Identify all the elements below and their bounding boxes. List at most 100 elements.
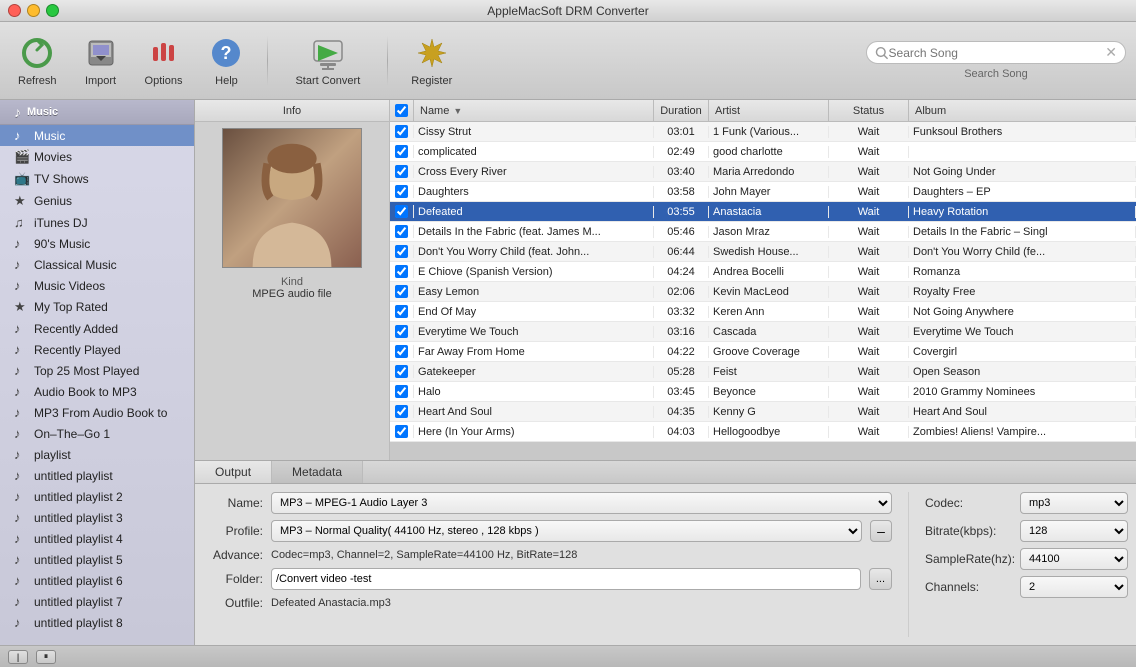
bitrate-select[interactable]: 128 xyxy=(1020,520,1128,542)
sidebar-item-audiobook[interactable]: ♪ Audio Book to MP3 xyxy=(0,381,194,402)
sidebar-item-playlist[interactable]: ♪ playlist xyxy=(0,444,194,465)
sidebar-icon-movies: 🎬 xyxy=(14,149,28,165)
table-row[interactable]: Daughters 03:58 John Mayer Wait Daughter… xyxy=(390,182,1136,202)
folder-input[interactable] xyxy=(271,568,861,590)
minus-button[interactable]: – xyxy=(870,520,892,542)
name-select[interactable]: MP3 – MPEG-1 Audio Layer 3 xyxy=(271,492,892,514)
channels-select[interactable]: 2 xyxy=(1020,576,1128,598)
row-checkbox-3[interactable] xyxy=(390,185,414,198)
status-btn-2[interactable]: ⏸ xyxy=(36,650,56,664)
row-name-4: Defeated xyxy=(414,206,654,218)
table-row[interactable]: Heart And Soul 04:35 Kenny G Wait Heart … xyxy=(390,402,1136,422)
row-checkbox-13[interactable] xyxy=(390,385,414,398)
search-input[interactable] xyxy=(889,46,1102,60)
sidebar-item-untitled-7[interactable]: ♪ untitled playlist 7 xyxy=(0,591,194,612)
sidebar-item-classical[interactable]: ♪ Classical Music xyxy=(0,254,194,275)
table-row[interactable]: End Of May 03:32 Keren Ann Wait Not Goin… xyxy=(390,302,1136,322)
sidebar-item-recently-played[interactable]: ♪ Recently Played xyxy=(0,339,194,360)
profile-select[interactable]: MP3 – Normal Quality( 44100 Hz, stereo ,… xyxy=(271,520,862,542)
table-row[interactable]: Cross Every River 03:40 Maria Arredondo … xyxy=(390,162,1136,182)
sidebar-item-mp3-from-audio[interactable]: ♪ MP3 From Audio Book to xyxy=(0,402,194,423)
row-checkbox-0[interactable] xyxy=(390,125,414,138)
maximize-button[interactable] xyxy=(46,4,59,17)
row-checkbox-5[interactable] xyxy=(390,225,414,238)
table-row[interactable]: complicated 02:49 good charlotte Wait xyxy=(390,142,1136,162)
sidebar-item-movies[interactable]: 🎬 Movies xyxy=(0,146,194,168)
start-convert-button[interactable]: Start Convert xyxy=(283,31,372,91)
row-checkbox-1[interactable] xyxy=(390,145,414,158)
minimize-button[interactable] xyxy=(27,4,40,17)
options-button[interactable]: Options xyxy=(137,31,191,91)
name-select-wrapper[interactable]: MP3 – MPEG-1 Audio Layer 3 xyxy=(271,492,892,514)
refresh-button[interactable]: Refresh xyxy=(10,31,65,91)
sidebar-item-untitled-8[interactable]: ♪ untitled playlist 8 xyxy=(0,612,194,633)
table-row[interactable]: Far Away From Home 04:22 Groove Coverage… xyxy=(390,342,1136,362)
sidebar-item-itunes-dj[interactable]: ♫ iTunes DJ xyxy=(0,212,194,233)
row-checkbox-14[interactable] xyxy=(390,405,414,418)
sidebar-item-untitled-4[interactable]: ♪ untitled playlist 4 xyxy=(0,528,194,549)
table-row[interactable]: E Chiove (Spanish Version) 04:24 Andrea … xyxy=(390,262,1136,282)
row-checkbox-2[interactable] xyxy=(390,165,414,178)
sidebar-item-untitled-1[interactable]: ♪ untitled playlist xyxy=(0,465,194,486)
profile-select-wrapper[interactable]: MP3 – Normal Quality( 44100 Hz, stereo ,… xyxy=(271,520,862,542)
window-controls[interactable] xyxy=(8,4,59,17)
table-row[interactable]: Easy Lemon 02:06 Kevin MacLeod Wait Roya… xyxy=(390,282,1136,302)
col-header-status[interactable]: Status xyxy=(829,100,909,121)
col-header-artist[interactable]: Artist xyxy=(709,100,829,121)
import-button[interactable]: Import xyxy=(75,31,127,91)
col-header-album[interactable]: Album xyxy=(909,100,1136,121)
tab-metadata[interactable]: Metadata xyxy=(272,461,363,483)
tab-output[interactable]: Output xyxy=(195,461,272,483)
table-row[interactable]: Everytime We Touch 03:16 Cascada Wait Ev… xyxy=(390,322,1136,342)
row-checkbox-6[interactable] xyxy=(390,245,414,258)
status-btn-1[interactable]: | xyxy=(8,650,28,664)
sidebar-item-music[interactable]: ♪ Music xyxy=(0,125,194,146)
help-button[interactable]: ? Help xyxy=(200,31,252,91)
row-checkbox-10[interactable] xyxy=(390,325,414,338)
sidebar-item-90s-music[interactable]: ♪ 90's Music xyxy=(0,233,194,254)
row-duration-8: 02:06 xyxy=(654,286,709,298)
row-checkbox-8[interactable] xyxy=(390,285,414,298)
col-header-duration[interactable]: Duration xyxy=(654,100,709,121)
sidebar-item-on-the-go[interactable]: ♪ On–The–Go 1 xyxy=(0,423,194,444)
samplerate-select[interactable]: 44100 xyxy=(1020,548,1128,570)
bitrate-select-wrapper[interactable]: 128 xyxy=(1020,520,1128,542)
close-button[interactable] xyxy=(8,4,21,17)
table-row[interactable]: Here (In Your Arms) 04:03 Hellogoodbye W… xyxy=(390,422,1136,442)
row-checkbox-12[interactable] xyxy=(390,365,414,378)
sidebar-item-my-top-rated[interactable]: ★ My Top Rated xyxy=(0,296,194,318)
row-checkbox-9[interactable] xyxy=(390,305,414,318)
row-name-10: Everytime We Touch xyxy=(414,326,654,338)
sidebar-item-untitled-5[interactable]: ♪ untitled playlist 5 xyxy=(0,549,194,570)
row-checkbox-11[interactable] xyxy=(390,345,414,358)
table-row[interactable]: Defeated 03:55 Anastacia Wait Heavy Rota… xyxy=(390,202,1136,222)
sidebar-item-untitled-3[interactable]: ♪ untitled playlist 3 xyxy=(0,507,194,528)
sidebar-item-genius[interactable]: ★ Genius xyxy=(0,190,194,212)
table-scroll[interactable]: Cissy Strut 03:01 1 Funk (Various... Wai… xyxy=(390,122,1136,460)
sidebar-item-music-videos[interactable]: ♪ Music Videos xyxy=(0,275,194,296)
browse-button[interactable]: ... xyxy=(869,568,892,590)
table-row[interactable]: Gatekeeper 05:28 Feist Wait Open Season xyxy=(390,362,1136,382)
table-row[interactable]: Halo 03:45 Beyonce Wait 2010 Grammy Nomi… xyxy=(390,382,1136,402)
channels-select-wrapper[interactable]: 2 xyxy=(1020,576,1128,598)
table-row[interactable]: Don't You Worry Child (feat. John... 06:… xyxy=(390,242,1136,262)
search-clear-icon[interactable]: ✕ xyxy=(1105,44,1117,61)
register-button[interactable]: Register xyxy=(403,31,460,91)
search-box[interactable]: ✕ xyxy=(866,41,1126,64)
row-checkbox-4[interactable] xyxy=(390,205,414,218)
samplerate-select-wrapper[interactable]: 44100 xyxy=(1020,548,1128,570)
sidebar-item-untitled-6[interactable]: ♪ untitled playlist 6 xyxy=(0,570,194,591)
col-header-name[interactable]: Name ▼ xyxy=(414,100,654,121)
codec-select[interactable]: mp3 xyxy=(1020,492,1128,514)
sidebar-item-untitled-2[interactable]: ♪ untitled playlist 2 xyxy=(0,486,194,507)
row-checkbox-7[interactable] xyxy=(390,265,414,278)
table-row[interactable]: Details In the Fabric (feat. James M... … xyxy=(390,222,1136,242)
codec-select-wrapper[interactable]: mp3 xyxy=(1020,492,1128,514)
table-row[interactable]: Cissy Strut 03:01 1 Funk (Various... Wai… xyxy=(390,122,1136,142)
sidebar-item-tv-shows[interactable]: 📺 TV Shows xyxy=(0,168,194,190)
sidebar-item-recently-added[interactable]: ♪ Recently Added xyxy=(0,318,194,339)
row-checkbox-15[interactable] xyxy=(390,425,414,438)
table-area: Info Name ▼ Duration Artist Status xyxy=(195,100,1136,460)
select-all-checkbox[interactable] xyxy=(395,104,408,117)
sidebar-item-top-25[interactable]: ♪ Top 25 Most Played xyxy=(0,360,194,381)
